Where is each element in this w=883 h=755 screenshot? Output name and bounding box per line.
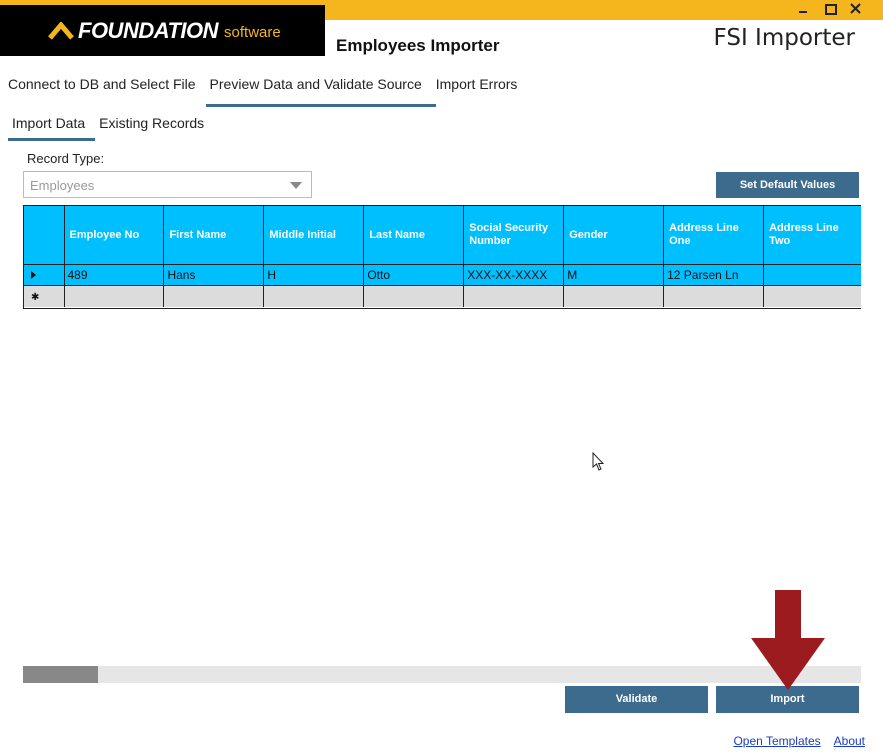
table-cell[interactable] bbox=[763, 285, 861, 307]
main-tabs: Connect to DB and Select File Preview Da… bbox=[8, 76, 531, 107]
row-selector[interactable]: ✱ bbox=[24, 285, 65, 307]
grid-select-header bbox=[24, 205, 65, 265]
grid-header-row: Employee No First Name Middle Initial La… bbox=[24, 205, 861, 265]
horizontal-scrollbar[interactable] bbox=[23, 666, 861, 683]
table-cell[interactable]: XXX-XX-XXXX bbox=[463, 264, 565, 286]
record-type-select[interactable]: Employees bbox=[23, 171, 312, 198]
table-cell[interactable] bbox=[563, 285, 665, 307]
window-controls bbox=[797, 2, 863, 16]
tab-preview[interactable]: Preview Data and Validate Source bbox=[205, 76, 436, 107]
table-cell[interactable] bbox=[163, 285, 265, 307]
table-row[interactable]: 489 Hans H Otto XXX-XX-XXXX M 12 Parsen … bbox=[24, 264, 861, 286]
open-templates-link[interactable]: Open Templates bbox=[733, 734, 820, 748]
table-cell[interactable] bbox=[64, 285, 165, 307]
grid-column-header[interactable]: Employee No bbox=[64, 205, 165, 265]
tab-import-data[interactable]: Import Data bbox=[7, 115, 96, 141]
about-link[interactable]: About bbox=[834, 734, 865, 748]
new-row-icon: ✱ bbox=[31, 292, 40, 304]
tab-existing-records[interactable]: Existing Records bbox=[99, 115, 204, 131]
validate-button[interactable]: Validate bbox=[565, 686, 708, 713]
record-type-label: Record Type: bbox=[27, 151, 105, 166]
minimize-icon[interactable] bbox=[797, 2, 811, 16]
app-title: FSI Importer bbox=[713, 25, 855, 51]
mouse-cursor-icon bbox=[592, 452, 605, 471]
table-cell[interactable] bbox=[263, 285, 365, 307]
down-arrow-annotation-icon bbox=[751, 590, 825, 690]
grid-column-header[interactable]: Middle Initial bbox=[263, 205, 365, 265]
new-row[interactable]: ✱ bbox=[24, 285, 861, 307]
table-cell[interactable] bbox=[763, 264, 861, 286]
logo-sub: software bbox=[224, 24, 281, 41]
table-cell[interactable]: H bbox=[263, 264, 365, 286]
grid-column-header[interactable]: Address Line Two bbox=[763, 205, 861, 265]
foundation-logo: FOUNDATION software bbox=[0, 5, 325, 56]
grid-column-header[interactable]: Last Name bbox=[363, 205, 465, 265]
grid-column-header[interactable]: Social Security Number bbox=[463, 205, 565, 265]
table-cell[interactable] bbox=[663, 285, 765, 307]
grid-column-header[interactable]: Address Line One bbox=[663, 205, 765, 265]
table-cell[interactable]: Hans bbox=[163, 264, 265, 286]
table-cell[interactable]: M bbox=[563, 264, 665, 286]
current-row-icon bbox=[31, 271, 36, 279]
set-default-values-button[interactable]: Set Default Values bbox=[716, 172, 859, 198]
record-type-value: Employees bbox=[30, 178, 95, 193]
table-cell[interactable]: 12 Parsen Ln bbox=[663, 264, 765, 286]
data-grid: Employee No First Name Middle Initial La… bbox=[23, 205, 861, 309]
grid-column-header[interactable]: First Name bbox=[163, 205, 265, 265]
grid-column-header[interactable]: Gender bbox=[563, 205, 665, 265]
tab-import-errors[interactable]: Import Errors bbox=[436, 76, 518, 100]
table-cell[interactable] bbox=[363, 285, 465, 307]
maximize-icon[interactable] bbox=[823, 2, 837, 16]
tab-connect[interactable]: Connect to DB and Select File bbox=[8, 76, 196, 100]
row-selector[interactable] bbox=[24, 264, 65, 286]
table-cell[interactable] bbox=[463, 285, 565, 307]
logo-chevron-icon bbox=[48, 21, 74, 40]
chevron-down-icon bbox=[290, 182, 302, 189]
close-icon[interactable] bbox=[849, 2, 863, 16]
table-cell[interactable]: Otto bbox=[363, 264, 465, 286]
sub-tabs: Import Data Existing Records bbox=[7, 115, 218, 141]
table-cell[interactable]: 489 bbox=[64, 264, 165, 286]
window-title: Employees Importer bbox=[336, 36, 500, 55]
import-button[interactable]: Import bbox=[716, 686, 859, 713]
scrollbar-thumb[interactable] bbox=[23, 666, 98, 683]
logo-word: FOUNDATION bbox=[78, 17, 219, 43]
footer-links: Open Templates About bbox=[733, 734, 865, 748]
